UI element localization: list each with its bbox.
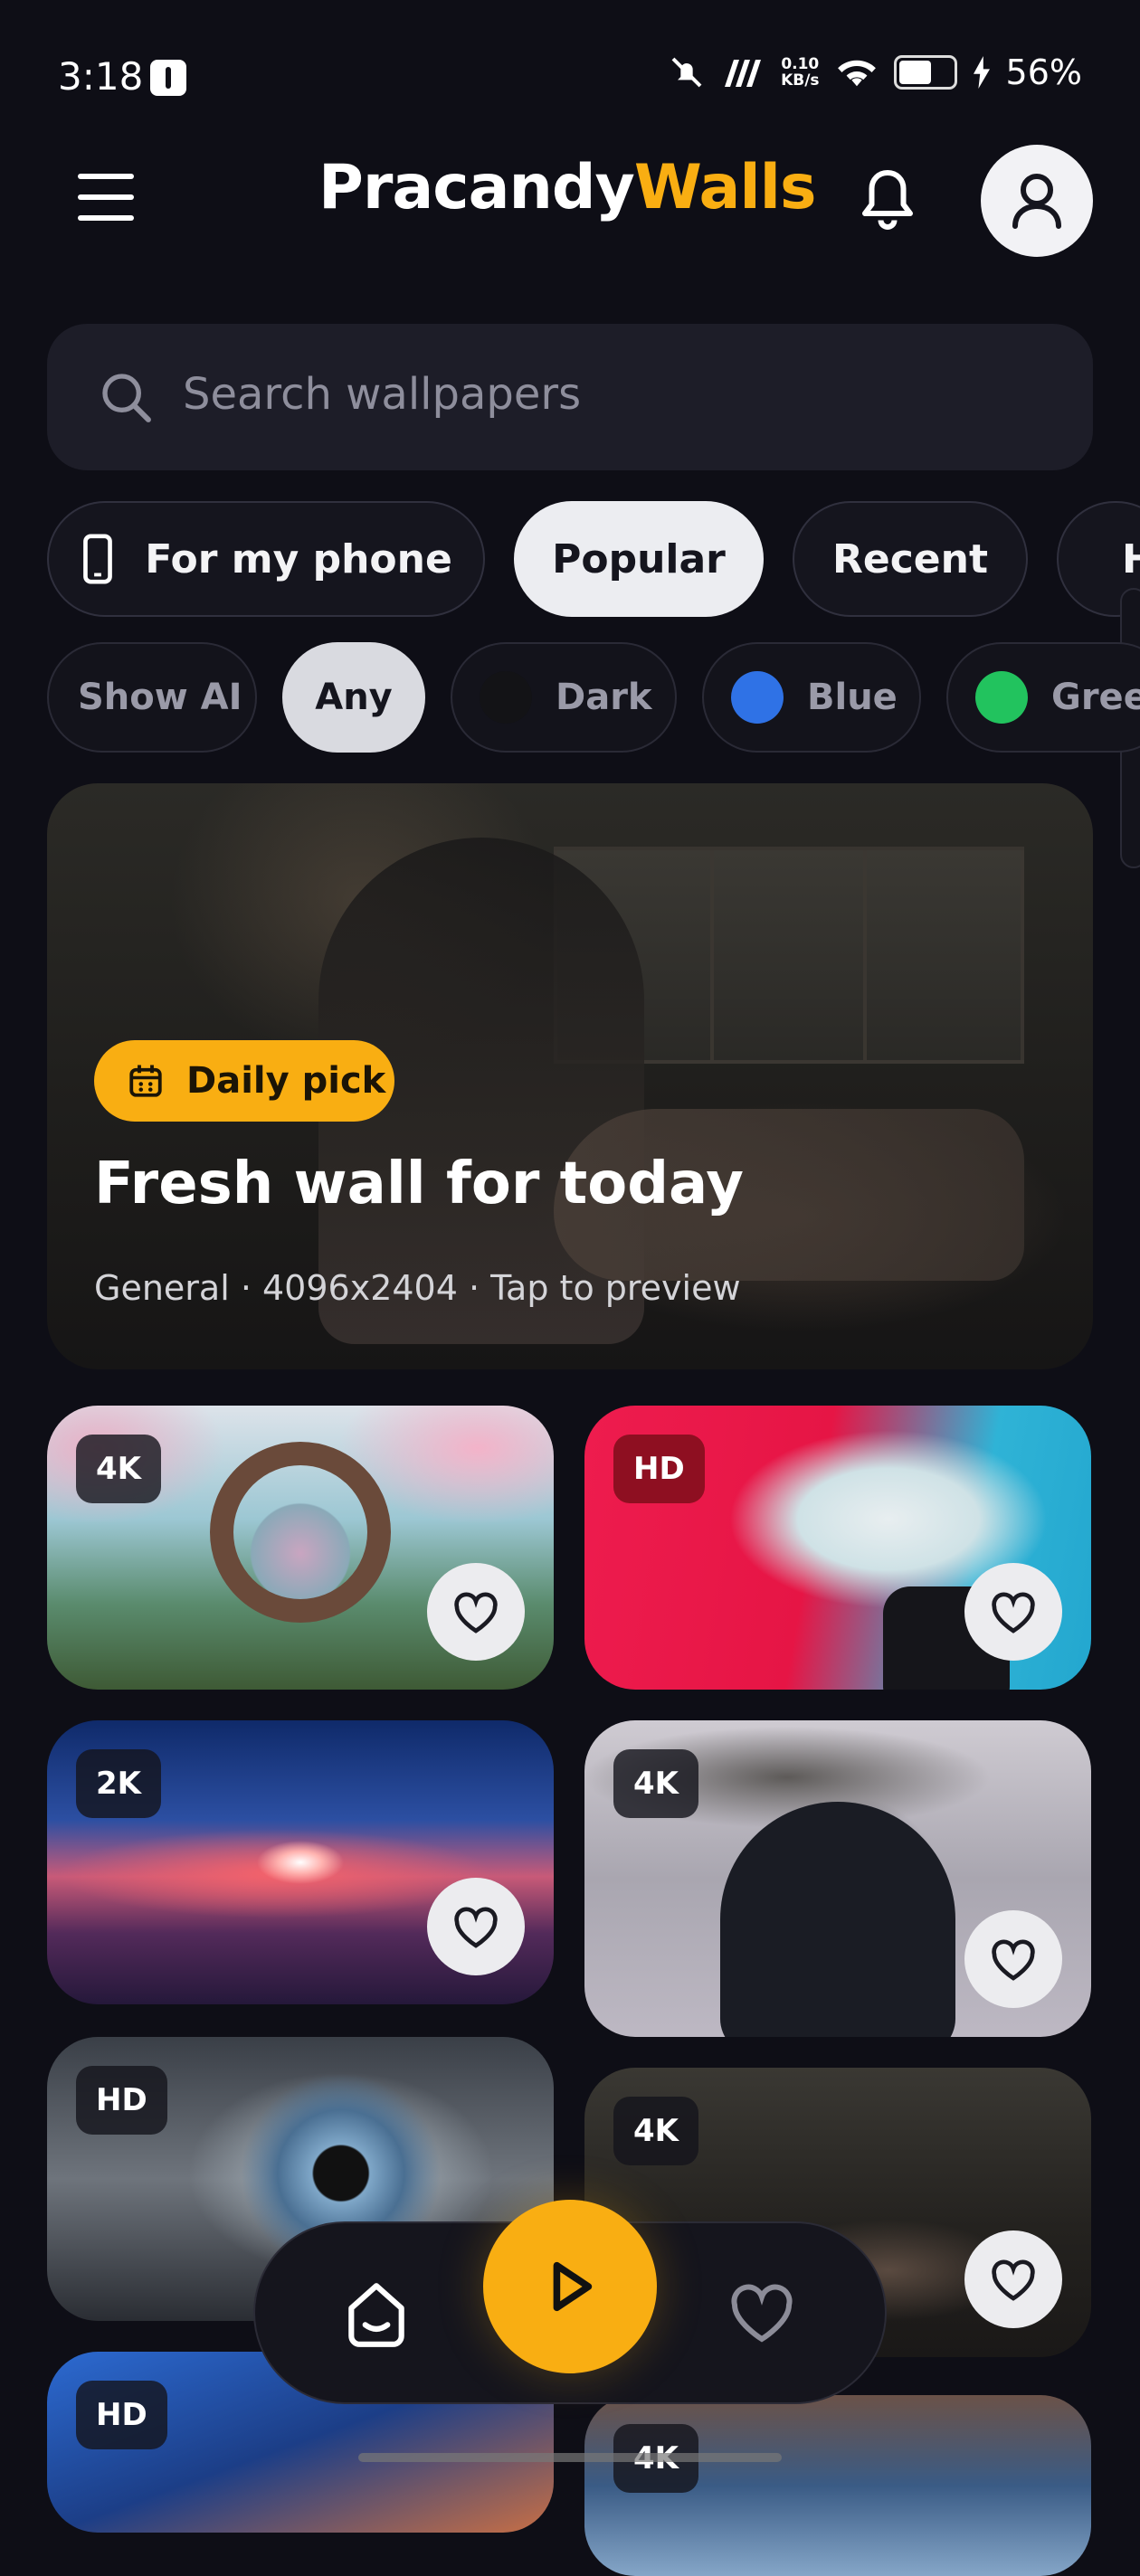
app-header: PracandyWalls: [0, 136, 1140, 262]
tab-label: Recent: [831, 535, 988, 582]
tab-label: H: [1122, 536, 1140, 582]
heart-icon: [454, 1592, 498, 1634]
featured-title: Fresh wall for today: [94, 1151, 744, 1217]
featured-subtitle: General · 4096x2404 · Tap to preview: [94, 1268, 741, 1308]
daily-pick-badge: Daily pick: [94, 1040, 394, 1122]
heart-icon: [454, 1907, 498, 1948]
favorite-button[interactable]: [964, 1910, 1062, 2008]
status-bar: 3:18 0.10 KB/s 56%: [0, 0, 1140, 154]
home-icon[interactable]: [342, 2278, 411, 2350]
search-input[interactable]: Search wallpapers: [183, 369, 581, 420]
gesture-handle: [358, 2453, 782, 2462]
battery-icon: [893, 55, 957, 90]
quality-badge: HD: [76, 2066, 167, 2135]
quality-badge: HD: [613, 1435, 705, 1503]
net-speed-value: 0.10: [781, 55, 820, 73]
tab-label: For my phone: [145, 535, 452, 582]
favorites-nav-icon[interactable]: [726, 2278, 798, 2346]
heart-icon: [992, 2259, 1035, 2301]
wallpaper-card[interactable]: 4K: [584, 2395, 1091, 2576]
quality-badge: HD: [76, 2381, 167, 2449]
filter-green[interactable]: Green: [946, 642, 1140, 753]
calendar-icon: [129, 1065, 162, 1097]
wallpaper-image: [210, 1442, 391, 1623]
play-button[interactable]: [483, 2200, 657, 2373]
filter-show-ai[interactable]: Show AI: [47, 642, 257, 753]
brand-name-part2: Walls: [633, 152, 817, 223]
tab-recent[interactable]: Recent: [793, 501, 1028, 617]
favorite-button[interactable]: [427, 1563, 525, 1661]
phone-icon: [83, 534, 113, 584]
battery-percent: 56%: [1005, 52, 1082, 92]
filter-dark[interactable]: Dark: [451, 642, 677, 753]
favorite-button[interactable]: [427, 1878, 525, 1975]
badge-label: Daily pick: [186, 1060, 386, 1102]
filter-label: Show AI: [78, 677, 242, 718]
charging-icon: [973, 56, 990, 89]
quality-badge: 2K: [76, 1749, 162, 1818]
filter-label: Green: [1051, 677, 1140, 718]
filter-label: Dark: [556, 677, 652, 718]
user-icon: [1012, 174, 1061, 229]
signal-icon: [725, 60, 762, 87]
favorite-button[interactable]: [964, 1563, 1062, 1661]
favorite-button[interactable]: [964, 2230, 1062, 2328]
profile-avatar-button[interactable]: [981, 145, 1093, 257]
search-bar[interactable]: Search wallpapers: [47, 324, 1093, 470]
menu-icon[interactable]: [78, 174, 134, 221]
featured-wallpaper-card[interactable]: Daily pick Fresh wall for today General …: [47, 783, 1093, 1369]
filter-blue[interactable]: Blue: [702, 642, 921, 753]
tab-popular[interactable]: Popular: [514, 501, 764, 617]
mute-bell-icon: [671, 57, 702, 88]
filter-any[interactable]: Any: [282, 642, 425, 753]
net-speed: 0.10 KB/s: [781, 56, 819, 89]
app-brand: PracandyWalls: [318, 152, 817, 223]
brand-name-part1: Pracandy: [318, 152, 635, 223]
heart-icon: [992, 1939, 1035, 1981]
quality-badge: 4K: [76, 1435, 162, 1503]
filter-label: Any: [315, 677, 393, 718]
status-icons: 0.10 KB/s 56%: [669, 52, 1082, 92]
tab-for-my-phone[interactable]: For my phone: [47, 501, 485, 617]
bell-icon[interactable]: [860, 168, 916, 232]
blue-swatch-icon: [731, 671, 784, 724]
tab-label: Popular: [552, 535, 726, 582]
play-icon: [553, 2261, 593, 2312]
wallpaper-image: [720, 1802, 955, 2037]
wallpaper-card[interactable]: 4K: [47, 1406, 554, 1690]
dark-swatch-icon: [480, 671, 532, 724]
quality-badge: 4K: [613, 1749, 699, 1818]
heart-icon: [992, 1592, 1035, 1634]
wifi-icon: [837, 60, 876, 87]
usb-icon: [150, 60, 186, 96]
wallpaper-card[interactable]: 4K: [584, 1720, 1091, 2037]
status-time: 3:18: [58, 54, 144, 99]
quality-badge: 4K: [613, 2097, 699, 2165]
filter-label: Blue: [807, 677, 898, 718]
green-swatch-icon: [975, 671, 1028, 724]
net-speed-unit: KB/s: [781, 71, 820, 90]
search-icon: [102, 374, 151, 422]
wallpaper-card[interactable]: HD: [584, 1406, 1091, 1690]
wallpaper-card[interactable]: 2K: [47, 1720, 554, 2004]
